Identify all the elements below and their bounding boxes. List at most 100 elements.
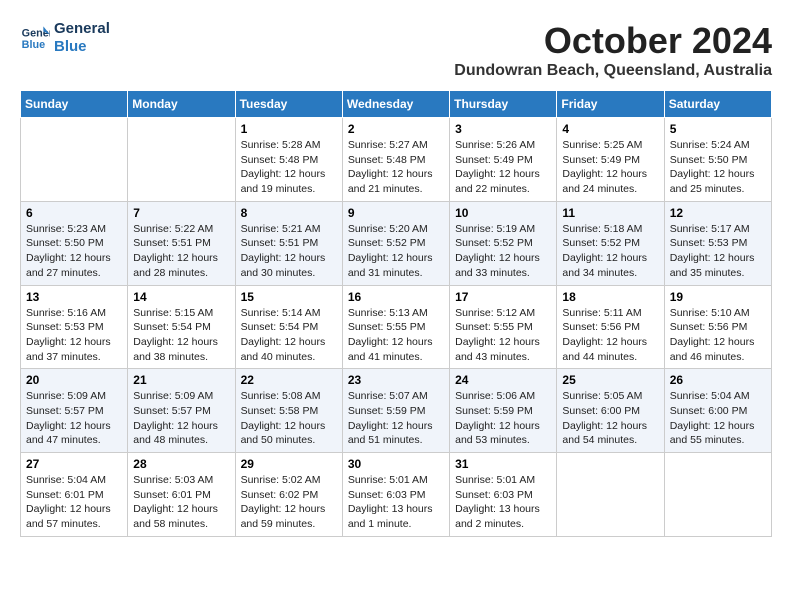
- month-title: October 2024: [454, 20, 772, 62]
- calendar-cell: 3 Sunrise: 5:26 AMSunset: 5:49 PMDaylight…: [450, 118, 557, 202]
- cell-content: Sunrise: 5:06 AMSunset: 5:59 PMDaylight:…: [455, 389, 551, 448]
- header: General Blue General Blue October 2024 D…: [20, 20, 772, 80]
- weekday-header-sunday: Sunday: [21, 91, 128, 118]
- calendar-cell: 28 Sunrise: 5:03 AMSunset: 6:01 PMDayligh…: [128, 453, 235, 537]
- cell-content: Sunrise: 5:22 AMSunset: 5:51 PMDaylight:…: [133, 222, 229, 281]
- day-number: 19: [670, 290, 766, 304]
- day-number: 21: [133, 373, 229, 387]
- cell-content: Sunrise: 5:05 AMSunset: 6:00 PMDaylight:…: [562, 389, 658, 448]
- logo-line2: Blue: [54, 38, 87, 55]
- calendar-cell: 18 Sunrise: 5:11 AMSunset: 5:56 PMDayligh…: [557, 285, 664, 369]
- calendar-cell: 19 Sunrise: 5:10 AMSunset: 5:56 PMDayligh…: [664, 285, 771, 369]
- day-number: 17: [455, 290, 551, 304]
- weekday-header-row: SundayMondayTuesdayWednesdayThursdayFrid…: [21, 91, 772, 118]
- day-number: 18: [562, 290, 658, 304]
- day-number: 3: [455, 122, 551, 136]
- cell-content: Sunrise: 5:15 AMSunset: 5:54 PMDaylight:…: [133, 306, 229, 365]
- calendar-cell: 30 Sunrise: 5:01 AMSunset: 6:03 PMDayligh…: [342, 453, 449, 537]
- calendar-cell: 12 Sunrise: 5:17 AMSunset: 5:53 PMDayligh…: [664, 201, 771, 285]
- cell-content: Sunrise: 5:02 AMSunset: 6:02 PMDaylight:…: [241, 473, 337, 532]
- cell-content: Sunrise: 5:01 AMSunset: 6:03 PMDaylight:…: [348, 473, 444, 532]
- day-number: 12: [670, 206, 766, 220]
- calendar-cell: 17Sunrise: 5:12 AMSunset: 5:55 PMDayligh…: [450, 285, 557, 369]
- day-number: 23: [348, 373, 444, 387]
- cell-content: Sunrise: 5:09 AMSunset: 5:57 PMDaylight:…: [133, 389, 229, 448]
- weekday-header-monday: Monday: [128, 91, 235, 118]
- calendar-cell: 9 Sunrise: 5:20 AMSunset: 5:52 PMDaylight…: [342, 201, 449, 285]
- calendar-cell: 22Sunrise: 5:08 AMSunset: 5:58 PMDayligh…: [235, 369, 342, 453]
- week-row-1: 1Sunrise: 5:28 AMSunset: 5:48 PMDaylight…: [21, 118, 772, 202]
- calendar-cell: 31 Sunrise: 5:01 AMSunset: 6:03 PMDayligh…: [450, 453, 557, 537]
- day-number: 6: [26, 206, 122, 220]
- svg-text:General: General: [22, 27, 50, 39]
- logo: General Blue General Blue: [20, 20, 110, 56]
- calendar-cell: 16 Sunrise: 5:13 AMSunset: 5:55 PMDayligh…: [342, 285, 449, 369]
- calendar-cell: [21, 118, 128, 202]
- calendar-cell: [557, 453, 664, 537]
- cell-content: Sunrise: 5:21 AMSunset: 5:51 PMDaylight:…: [241, 222, 337, 281]
- week-row-5: 27Sunrise: 5:04 AMSunset: 6:01 PMDayligh…: [21, 453, 772, 537]
- calendar-cell: 10Sunrise: 5:19 AMSunset: 5:52 PMDayligh…: [450, 201, 557, 285]
- day-number: 4: [562, 122, 658, 136]
- week-row-3: 13Sunrise: 5:16 AMSunset: 5:53 PMDayligh…: [21, 285, 772, 369]
- calendar-cell: 13Sunrise: 5:16 AMSunset: 5:53 PMDayligh…: [21, 285, 128, 369]
- calendar-cell: 27Sunrise: 5:04 AMSunset: 6:01 PMDayligh…: [21, 453, 128, 537]
- day-number: 20: [26, 373, 122, 387]
- cell-content: Sunrise: 5:20 AMSunset: 5:52 PMDaylight:…: [348, 222, 444, 281]
- day-number: 22: [241, 373, 337, 387]
- weekday-header-thursday: Thursday: [450, 91, 557, 118]
- day-number: 14: [133, 290, 229, 304]
- calendar-cell: 4 Sunrise: 5:25 AMSunset: 5:49 PMDaylight…: [557, 118, 664, 202]
- calendar-cell: [664, 453, 771, 537]
- calendar-cell: 24 Sunrise: 5:06 AMSunset: 5:59 PMDayligh…: [450, 369, 557, 453]
- day-number: 28: [133, 457, 229, 471]
- week-row-2: 6 Sunrise: 5:23 AMSunset: 5:50 PMDaylight…: [21, 201, 772, 285]
- calendar-cell: 15Sunrise: 5:14 AMSunset: 5:54 PMDayligh…: [235, 285, 342, 369]
- day-number: 13: [26, 290, 122, 304]
- calendar-cell: 26Sunrise: 5:04 AMSunset: 6:00 PMDayligh…: [664, 369, 771, 453]
- cell-content: Sunrise: 5:03 AMSunset: 6:01 PMDaylight:…: [133, 473, 229, 532]
- day-number: 31: [455, 457, 551, 471]
- day-number: 26: [670, 373, 766, 387]
- day-number: 30: [348, 457, 444, 471]
- cell-content: Sunrise: 5:17 AMSunset: 5:53 PMDaylight:…: [670, 222, 766, 281]
- day-number: 8: [241, 206, 337, 220]
- cell-content: Sunrise: 5:09 AMSunset: 5:57 PMDaylight:…: [26, 389, 122, 448]
- week-row-4: 20 Sunrise: 5:09 AMSunset: 5:57 PMDayligh…: [21, 369, 772, 453]
- day-number: 7: [133, 206, 229, 220]
- weekday-header-friday: Friday: [557, 91, 664, 118]
- weekday-header-wednesday: Wednesday: [342, 91, 449, 118]
- day-number: 1: [241, 122, 337, 136]
- day-number: 9: [348, 206, 444, 220]
- cell-content: Sunrise: 5:18 AMSunset: 5:52 PMDaylight:…: [562, 222, 658, 281]
- cell-content: Sunrise: 5:25 AMSunset: 5:49 PMDaylight:…: [562, 138, 658, 197]
- day-number: 24: [455, 373, 551, 387]
- calendar-cell: 25Sunrise: 5:05 AMSunset: 6:00 PMDayligh…: [557, 369, 664, 453]
- cell-content: Sunrise: 5:07 AMSunset: 5:59 PMDaylight:…: [348, 389, 444, 448]
- calendar-cell: 21 Sunrise: 5:09 AMSunset: 5:57 PMDayligh…: [128, 369, 235, 453]
- cell-content: Sunrise: 5:13 AMSunset: 5:55 PMDaylight:…: [348, 306, 444, 365]
- cell-content: Sunrise: 5:23 AMSunset: 5:50 PMDaylight:…: [26, 222, 122, 281]
- logo-icon: General Blue: [20, 23, 50, 53]
- day-number: 10: [455, 206, 551, 220]
- calendar-cell: 5 Sunrise: 5:24 AMSunset: 5:50 PMDaylight…: [664, 118, 771, 202]
- cell-content: Sunrise: 5:14 AMSunset: 5:54 PMDaylight:…: [241, 306, 337, 365]
- day-number: 16: [348, 290, 444, 304]
- calendar-table: SundayMondayTuesdayWednesdayThursdayFrid…: [20, 90, 772, 537]
- cell-content: Sunrise: 5:26 AMSunset: 5:49 PMDaylight:…: [455, 138, 551, 197]
- cell-content: Sunrise: 5:27 AMSunset: 5:48 PMDaylight:…: [348, 138, 444, 197]
- weekday-header-tuesday: Tuesday: [235, 91, 342, 118]
- svg-text:Blue: Blue: [22, 39, 45, 51]
- location-title: Dundowran Beach, Queensland, Australia: [454, 62, 772, 80]
- calendar-cell: 29Sunrise: 5:02 AMSunset: 6:02 PMDayligh…: [235, 453, 342, 537]
- title-area: October 2024 Dundowran Beach, Queensland…: [454, 20, 772, 80]
- day-number: 2: [348, 122, 444, 136]
- day-number: 5: [670, 122, 766, 136]
- cell-content: Sunrise: 5:24 AMSunset: 5:50 PMDaylight:…: [670, 138, 766, 197]
- weekday-header-saturday: Saturday: [664, 91, 771, 118]
- cell-content: Sunrise: 5:10 AMSunset: 5:56 PMDaylight:…: [670, 306, 766, 365]
- day-number: 27: [26, 457, 122, 471]
- cell-content: Sunrise: 5:11 AMSunset: 5:56 PMDaylight:…: [562, 306, 658, 365]
- cell-content: Sunrise: 5:01 AMSunset: 6:03 PMDaylight:…: [455, 473, 551, 532]
- calendar-cell: 2 Sunrise: 5:27 AMSunset: 5:48 PMDaylight…: [342, 118, 449, 202]
